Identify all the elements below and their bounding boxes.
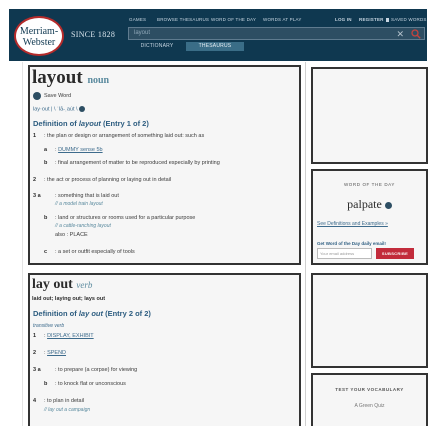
- audio-icon[interactable]: [79, 106, 86, 112]
- part-of-speech[interactable]: noun: [87, 75, 109, 86]
- register-link[interactable]: REGISTER: [359, 17, 384, 22]
- verb-forms: laid out; laying out; lays out: [32, 296, 106, 302]
- sense-number: 2: [33, 350, 37, 356]
- wotd-word[interactable]: palpate: [313, 197, 426, 212]
- merriam-webster-logo[interactable]: Merriam- Webster: [14, 16, 64, 56]
- def-head-post: (Entry 1 of 2): [100, 119, 149, 128]
- save-word-icon[interactable]: [33, 92, 41, 100]
- sense-text: : final arrangement of matter to be repr…: [55, 160, 220, 166]
- sense-number: b: [44, 381, 48, 387]
- def-head-word: lay out: [78, 309, 103, 318]
- wotd-word-text: palpate: [347, 197, 382, 211]
- logo-line1: Merriam-: [19, 26, 59, 37]
- nav-browse-thesaurus[interactable]: BROWSE THESAURUS: [157, 17, 209, 22]
- word-of-the-day-card: WORD OF THE DAY palpate See Definitions …: [311, 169, 428, 265]
- def-head-pre: Definition of: [33, 119, 79, 128]
- transitive-verb-label: transitive verb: [33, 323, 65, 329]
- sense-number: b: [44, 160, 48, 166]
- tab-dictionary[interactable]: DICTIONARY: [128, 42, 186, 51]
- vocab-subtitle: A Green Quiz: [354, 403, 385, 409]
- wotd-see-definitions-link[interactable]: See Definitions and Examples »: [317, 221, 388, 227]
- entry-1-panel: layout noun Save Word lay·out | \ ˈlā-ˌa…: [28, 65, 301, 265]
- sense-number: 2: [33, 177, 37, 183]
- sense-number: a: [44, 147, 48, 153]
- sense-text: : DUMMY sense 5b: [55, 147, 103, 153]
- pronunciation: lay·out | \ ˈlā-ˌau̇t \: [33, 106, 86, 113]
- ad-slot-middle: [311, 273, 428, 368]
- sense-link[interactable]: SPEND: [47, 350, 66, 356]
- part-of-speech[interactable]: verb: [76, 280, 92, 290]
- definition-heading: Definition of lay out (Entry 2 of 2): [33, 309, 151, 318]
- sense-text: : SPEND: [44, 350, 67, 356]
- logo-line2: Webster: [22, 37, 56, 48]
- bookmark-icon: [386, 17, 389, 22]
- vocabulary-quiz-card[interactable]: TEST YOUR VOCABULARY A Green Quiz: [311, 373, 428, 426]
- wotd-label: WORD OF THE DAY: [343, 182, 396, 187]
- sense-number: 3 a: [33, 193, 41, 199]
- tab-thesaurus[interactable]: THESAURUS: [186, 42, 244, 51]
- definition-heading: Definition of layout (Entry 1 of 2): [33, 119, 149, 128]
- headword: lay out verb: [32, 277, 92, 293]
- nav-words-at-play[interactable]: WORDS AT PLAY: [263, 17, 302, 22]
- login-link[interactable]: LOG IN: [335, 17, 352, 22]
- email-field[interactable]: Your email address: [317, 248, 372, 259]
- sense-number: 3 a: [33, 367, 41, 373]
- sense-number: 4: [33, 398, 37, 404]
- audio-icon[interactable]: [384, 201, 392, 209]
- sense-number: 1: [33, 133, 37, 139]
- sense-text: : to prepare (a corpse) for viewing: [55, 367, 138, 373]
- search-icon[interactable]: [411, 29, 421, 39]
- column-divider: [305, 62, 306, 426]
- sense-link[interactable]: DUMMY sense 5b: [58, 147, 103, 153]
- save-word-button[interactable]: Save Word: [44, 93, 71, 99]
- sense-text: : the act or process of planning or layi…: [44, 177, 172, 183]
- headword-text: layout: [32, 67, 83, 88]
- pronunciation-text: lay·out | \ ˈlā-ˌau̇t \: [33, 106, 78, 113]
- since-1828: SINCE 1828: [71, 30, 116, 39]
- example-sentence: // lay out a campaign: [44, 407, 91, 413]
- ad-slot-top: [311, 67, 428, 164]
- sense-text: : to plan in detail: [44, 398, 85, 404]
- wotd-email-label: Get Word of the Day daily email!: [317, 241, 386, 246]
- vocab-label: TEST YOUR VOCABULARY: [335, 387, 404, 392]
- nav-games[interactable]: GAMES: [129, 17, 146, 22]
- sense-also: also : PLACE: [55, 232, 88, 238]
- entry-2-panel: lay out verb laid out; laying out; lays …: [28, 273, 301, 426]
- sense-text: : land or structures or rooms used for a…: [55, 215, 196, 221]
- saved-words-label: SAVED WORDS: [391, 17, 427, 22]
- sense-link[interactable]: DISPLAY, EXHIBIT: [47, 333, 94, 339]
- example-sentence: // a cattle-ranching layout: [55, 223, 111, 229]
- saved-words-link[interactable]: SAVED WORDS: [386, 17, 427, 22]
- sense-text: : the plan or design or arrangement of s…: [44, 133, 205, 139]
- sense-text: : DISPLAY, EXHIBIT: [44, 333, 94, 339]
- site-header: Merriam- Webster SINCE 1828 GAMES BROWSE…: [9, 9, 427, 61]
- page-edge-divider: [22, 62, 23, 426]
- headword-text: lay out: [32, 277, 73, 292]
- sense-text: : to knock flat or unconscious: [55, 381, 126, 387]
- nav-word-of-the-day[interactable]: WORD OF THE DAY: [211, 17, 256, 22]
- example-sentence: // a model train layout: [55, 201, 103, 207]
- search-input[interactable]: layout ✕: [128, 27, 425, 40]
- sense-number: 1: [33, 333, 37, 339]
- search-value: layout: [134, 30, 151, 36]
- def-head-word: layout: [78, 119, 101, 128]
- subscribe-button[interactable]: SUBSCRIBE: [376, 248, 414, 259]
- clear-search-icon[interactable]: ✕: [396, 28, 404, 40]
- sense-number: c: [44, 249, 48, 255]
- sense-number: b: [44, 215, 48, 221]
- sense-text: : something that is laid out: [55, 193, 119, 199]
- sense-text: : a set or outfit especially of tools: [55, 249, 135, 255]
- headword: layout noun: [32, 67, 109, 89]
